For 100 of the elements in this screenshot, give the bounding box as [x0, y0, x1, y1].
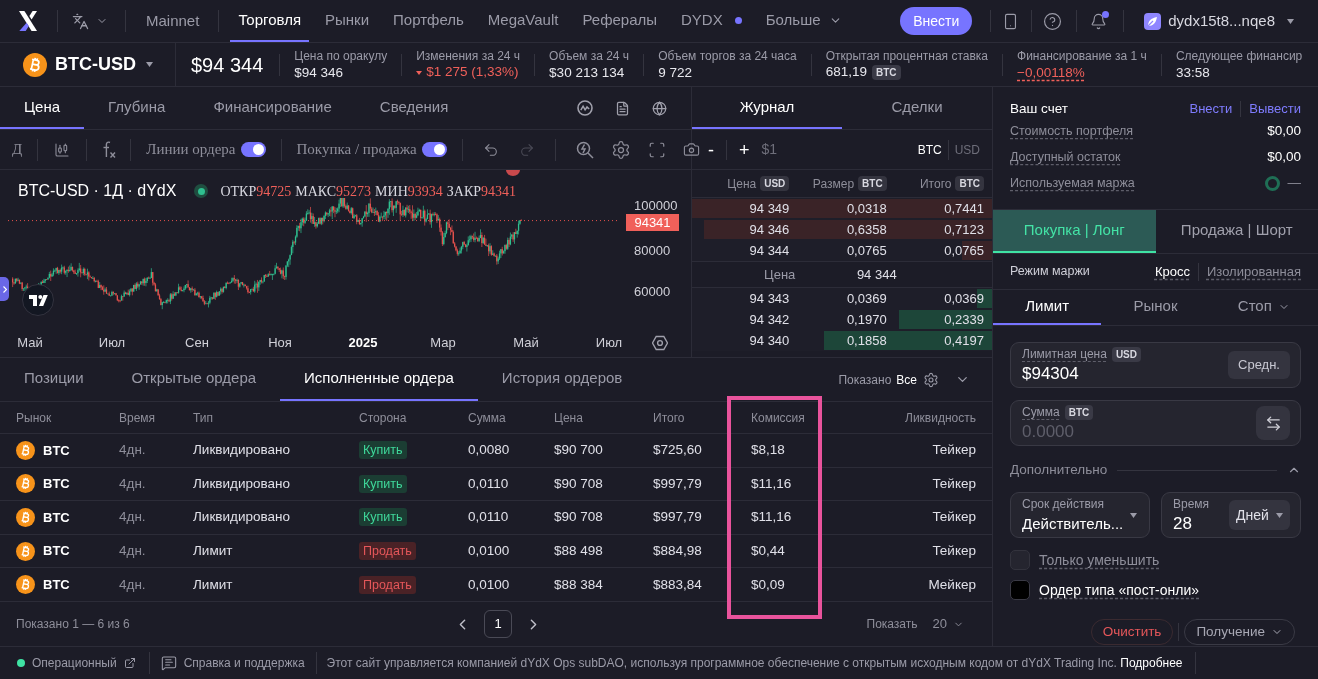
- column-header: Цена: [727, 175, 757, 193]
- stat-label: Открытая процентная ставка: [825, 47, 989, 64]
- limit-price-input[interactable]: $94304: [1022, 362, 1172, 385]
- nav-tab[interactable]: Портфель: [385, 0, 472, 42]
- size-value: 0,1970: [846, 310, 887, 329]
- zoom-out-button[interactable]: -: [708, 140, 714, 159]
- caret-down-icon: [1276, 512, 1283, 518]
- axis-label: 80000: [634, 244, 671, 257]
- globe-icon[interactable]: [652, 100, 667, 116]
- bell-icon: [1090, 12, 1108, 30]
- chevron-right-icon: [2, 285, 7, 293]
- unit-select[interactable]: Дней: [1229, 500, 1290, 530]
- price-value: 94 343: [749, 289, 790, 308]
- amount-input[interactable]: 0.0000: [1022, 420, 1172, 443]
- language-button[interactable]: [72, 12, 108, 30]
- side-tab[interactable]: Покупка | Лонг: [993, 210, 1156, 253]
- order-type-tab[interactable]: Рынок: [1101, 290, 1210, 325]
- chart-tab[interactable]: Сведения: [355, 87, 473, 129]
- margin-mode-option[interactable]: Кросс: [1154, 261, 1190, 282]
- nav-tab[interactable]: Рынки: [317, 0, 378, 42]
- interval-button[interactable]: Д: [0, 138, 38, 161]
- zoom-in-button[interactable]: +: [739, 140, 750, 159]
- fill-total: $884,98: [653, 541, 702, 560]
- fill-price: $90 700: [554, 441, 603, 460]
- price-value: 94 349: [749, 199, 790, 218]
- margin-mode-option[interactable]: Изолированная: [1206, 261, 1301, 282]
- network-label: Mainnet: [146, 10, 200, 31]
- camera-icon[interactable]: [682, 141, 700, 158]
- field-label: Срок действия: [1022, 496, 1106, 513]
- last-price-tag: 94341: [626, 214, 679, 231]
- swap-button[interactable]: [1256, 406, 1290, 440]
- ohlc-label: ОТКР: [220, 182, 257, 201]
- filter-value[interactable]: Все: [896, 370, 917, 389]
- account-label: Доступный остаток: [1010, 148, 1121, 166]
- book-tab[interactable]: Журнал: [692, 87, 842, 129]
- undo-button[interactable]: [482, 141, 499, 158]
- order-type-tab[interactable]: Стоп: [1209, 290, 1318, 325]
- fill-fee: $8,18: [751, 441, 785, 460]
- document-icon[interactable]: [615, 100, 630, 116]
- magnifier-bolt-icon[interactable]: [575, 140, 594, 159]
- zigzag-circle-icon[interactable]: [577, 100, 593, 116]
- notifications-button[interactable]: [1090, 12, 1108, 30]
- toggle-switch[interactable]: [421, 142, 447, 157]
- axis-label: Сен: [185, 335, 209, 351]
- panel-handle[interactable]: [0, 277, 9, 301]
- toggle-switch[interactable]: [240, 142, 266, 157]
- axis-label: 2025: [348, 335, 378, 351]
- table-settings-button[interactable]: [923, 371, 939, 388]
- bitcoin-icon: [23, 52, 47, 77]
- spread-label: Цена: [764, 265, 796, 284]
- settings-icon[interactable]: [610, 139, 631, 160]
- nav-tab[interactable]: Рефералы: [574, 0, 666, 42]
- status-link[interactable]: Операционный: [17, 654, 136, 672]
- nav-tab[interactable]: Больше: [757, 0, 850, 42]
- order-type-tab[interactable]: Лимит: [993, 290, 1102, 325]
- fullscreen-icon[interactable]: [647, 140, 666, 159]
- fill-time: 4дн.: [119, 441, 146, 460]
- account-action-link[interactable]: Вывести: [1249, 99, 1301, 119]
- checkbox[interactable]: [1010, 580, 1030, 600]
- table-tab[interactable]: Исполненные ордера: [280, 358, 478, 401]
- wallet-button[interactable]: dydx15t8...nqe8: [1144, 9, 1294, 33]
- table-tab[interactable]: Открытые ордера: [107, 358, 281, 401]
- table-tab[interactable]: История ордеров: [477, 358, 647, 401]
- unit-toggle[interactable]: USD: [954, 140, 980, 159]
- account-value: —: [1287, 173, 1301, 192]
- page-size-select[interactable]: 20: [932, 614, 964, 634]
- stat-value: −0,00118%: [1017, 63, 1085, 82]
- learn-more-link[interactable]: Подробнее: [1120, 656, 1183, 670]
- checkbox-label[interactable]: Ордер типа «пост-онли»: [1039, 579, 1199, 601]
- nav-tab[interactable]: MegaVault: [479, 0, 567, 42]
- help-link[interactable]: Справка и поддержка: [160, 654, 305, 672]
- app-logo[interactable]: [18, 11, 38, 31]
- column-header: Итого: [653, 409, 685, 427]
- deposit-button[interactable]: Внести: [900, 7, 973, 35]
- nav-tab[interactable]: Торговля: [230, 0, 310, 42]
- fill-total: $883,84: [653, 575, 702, 594]
- chart-tab[interactable]: Глубина: [84, 87, 190, 129]
- column-header: Размер: [812, 175, 855, 193]
- fill-time: 4дн.: [119, 541, 146, 560]
- table-tab[interactable]: Позиции: [0, 358, 108, 401]
- book-tab[interactable]: Сделки: [842, 87, 992, 129]
- stat-value: 681,19: [825, 63, 867, 82]
- duration-input[interactable]: 28: [1173, 512, 1223, 535]
- caret-down-icon: [1287, 18, 1294, 24]
- account-action-link[interactable]: Внести: [1189, 99, 1233, 119]
- unit-tag: USD: [760, 176, 790, 191]
- nav-tab[interactable]: DYDX: [673, 0, 750, 42]
- stat-value: $30 213 134: [549, 63, 625, 82]
- chart-tab[interactable]: Цена: [0, 87, 85, 129]
- unit-toggle[interactable]: BTC: [917, 140, 942, 159]
- hexagon-icon[interactable]: [652, 335, 668, 351]
- column-header: Комиссия: [751, 409, 805, 427]
- time-in-force-select[interactable]: Срок действия Действитель...: [1010, 492, 1150, 538]
- page-button[interactable]: 1: [484, 610, 512, 638]
- fill-fee: $0,09: [751, 575, 785, 594]
- mid-price-button[interactable]: Средн.: [1228, 351, 1290, 379]
- chart-tab[interactable]: Финансирование: [189, 87, 356, 129]
- market-selector[interactable]: BTC-USD: [0, 43, 176, 86]
- help-button[interactable]: [1043, 11, 1063, 31]
- column-header: Сумма: [468, 409, 506, 427]
